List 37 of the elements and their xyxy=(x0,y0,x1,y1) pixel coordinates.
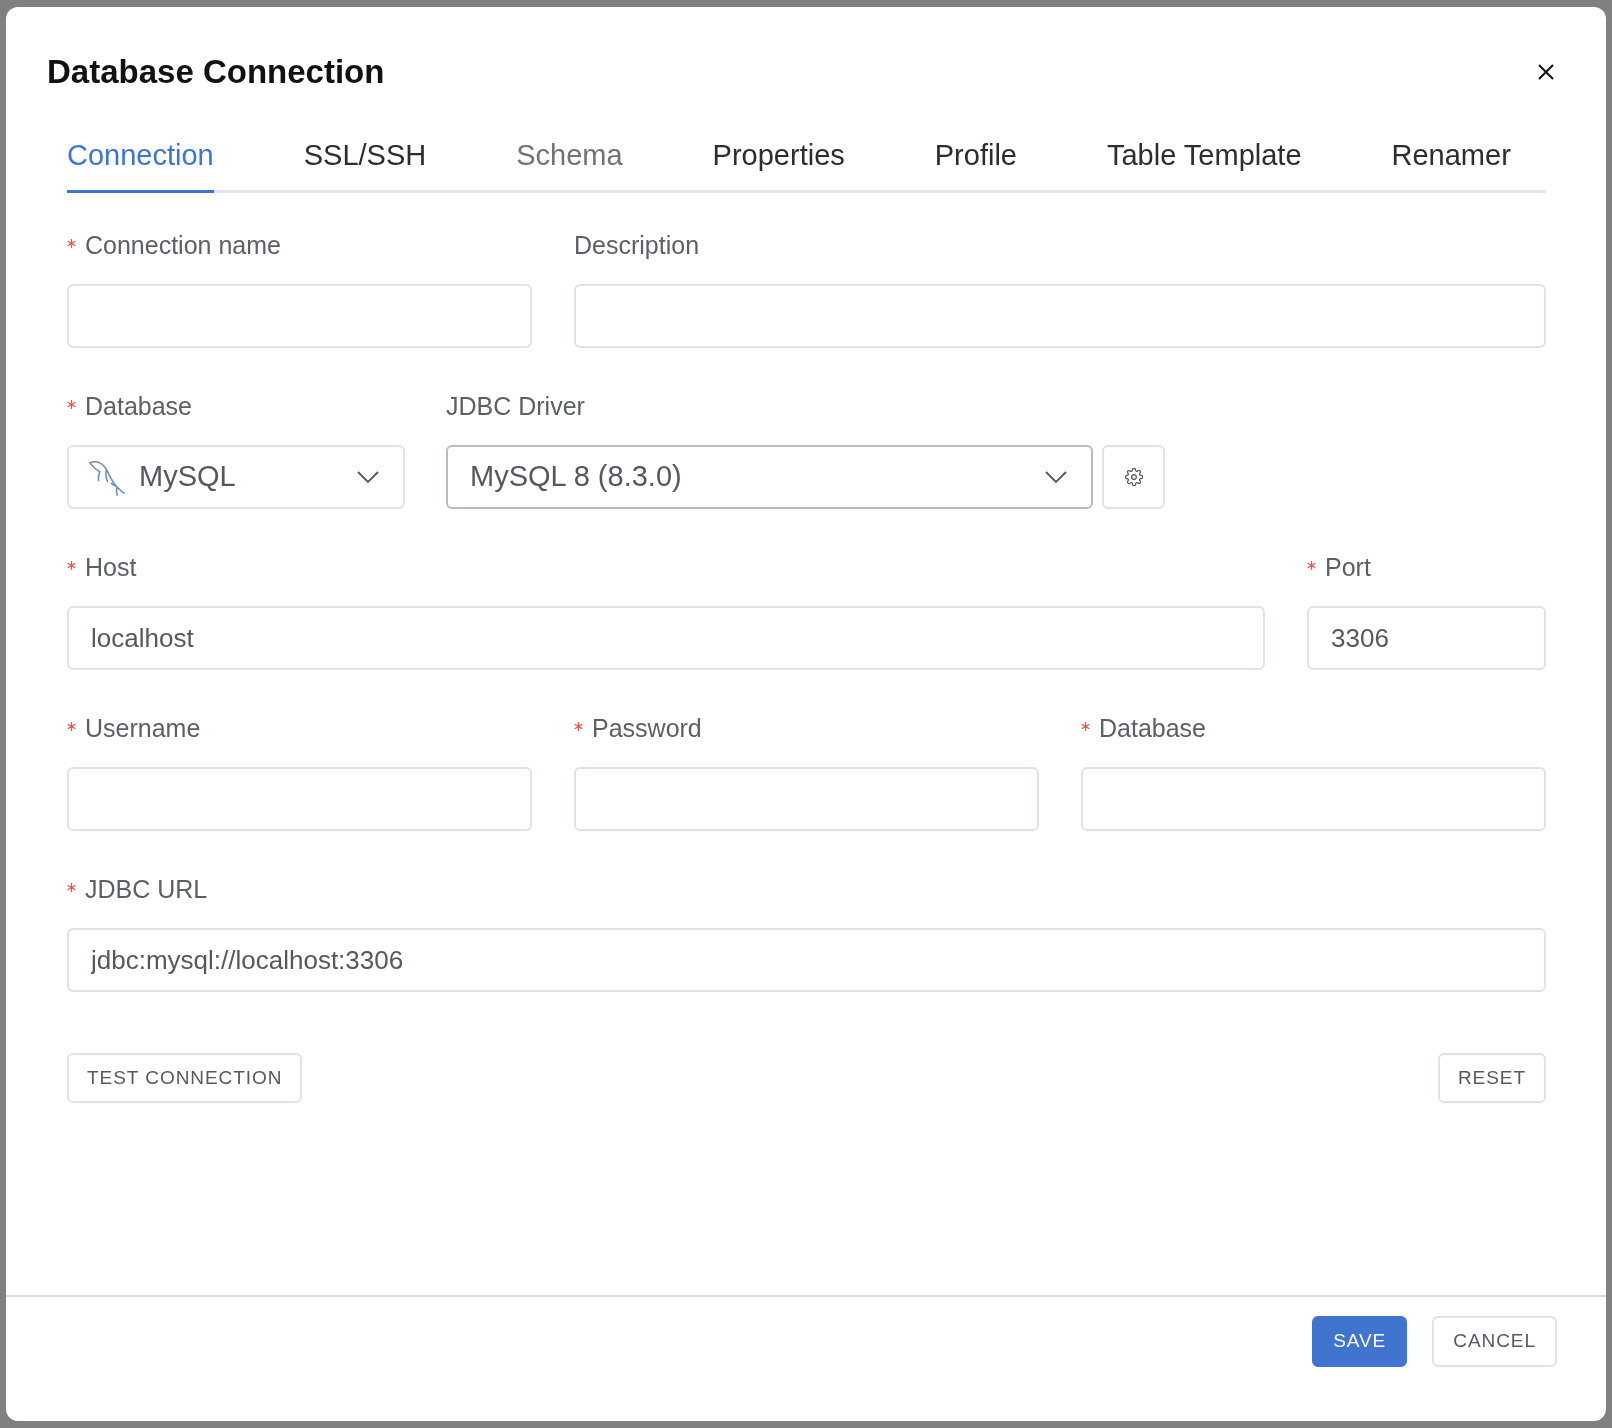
field-label: Database xyxy=(1099,713,1207,745)
database-name-field[interactable] xyxy=(1081,767,1546,831)
field-label: Database xyxy=(85,391,193,423)
tab[interactable]: Table Template xyxy=(1107,137,1302,193)
jdbc-url-field[interactable]: jdbc:mysql://localhost:3306 xyxy=(67,928,1546,992)
database-select[interactable]: MySQL xyxy=(67,445,405,509)
field-label: Port xyxy=(1325,552,1371,584)
port-field[interactable]: 3306 xyxy=(1307,606,1546,670)
settings-icon xyxy=(1124,468,1143,486)
tab[interactable]: Connection xyxy=(67,137,214,193)
chevron-down-icon xyxy=(1045,471,1067,483)
field-label: Username xyxy=(85,713,201,745)
chevron-down-icon xyxy=(357,471,379,483)
dolphin-icon xyxy=(88,458,125,496)
driver-settings-button[interactable] xyxy=(1102,445,1165,509)
tab[interactable]: Renamer xyxy=(1391,137,1511,193)
description-field[interactable] xyxy=(574,284,1546,348)
username-field[interactable] xyxy=(67,767,532,831)
field-label: Password xyxy=(592,713,702,745)
reset-button[interactable]: RESET xyxy=(1437,1053,1546,1103)
host-field[interactable]: localhost xyxy=(67,606,1265,670)
dialog-title: Database Connection xyxy=(47,52,385,92)
close-icon xyxy=(1538,64,1554,80)
save-button[interactable]: SAVE xyxy=(1312,1316,1408,1367)
tab[interactable]: Profile xyxy=(934,137,1017,193)
tab[interactable]: Properties xyxy=(712,137,845,193)
field-label: JDBC URL xyxy=(85,874,208,906)
test-connection-button[interactable]: TEST CONNECTION xyxy=(67,1053,303,1103)
field-label: JDBC Driver xyxy=(446,391,585,423)
tab[interactable]: SSL/SSH xyxy=(303,137,427,193)
password-field[interactable] xyxy=(574,767,1039,831)
field-label: Host xyxy=(85,552,137,584)
jdbc-driver-select[interactable]: MySQL 8 (8.3.0) xyxy=(446,445,1093,509)
connection-name-field[interactable] xyxy=(67,284,532,348)
field-label: Connection name xyxy=(85,230,281,262)
field-label: Description xyxy=(574,230,700,262)
cancel-button[interactable]: CANCEL xyxy=(1432,1316,1557,1367)
